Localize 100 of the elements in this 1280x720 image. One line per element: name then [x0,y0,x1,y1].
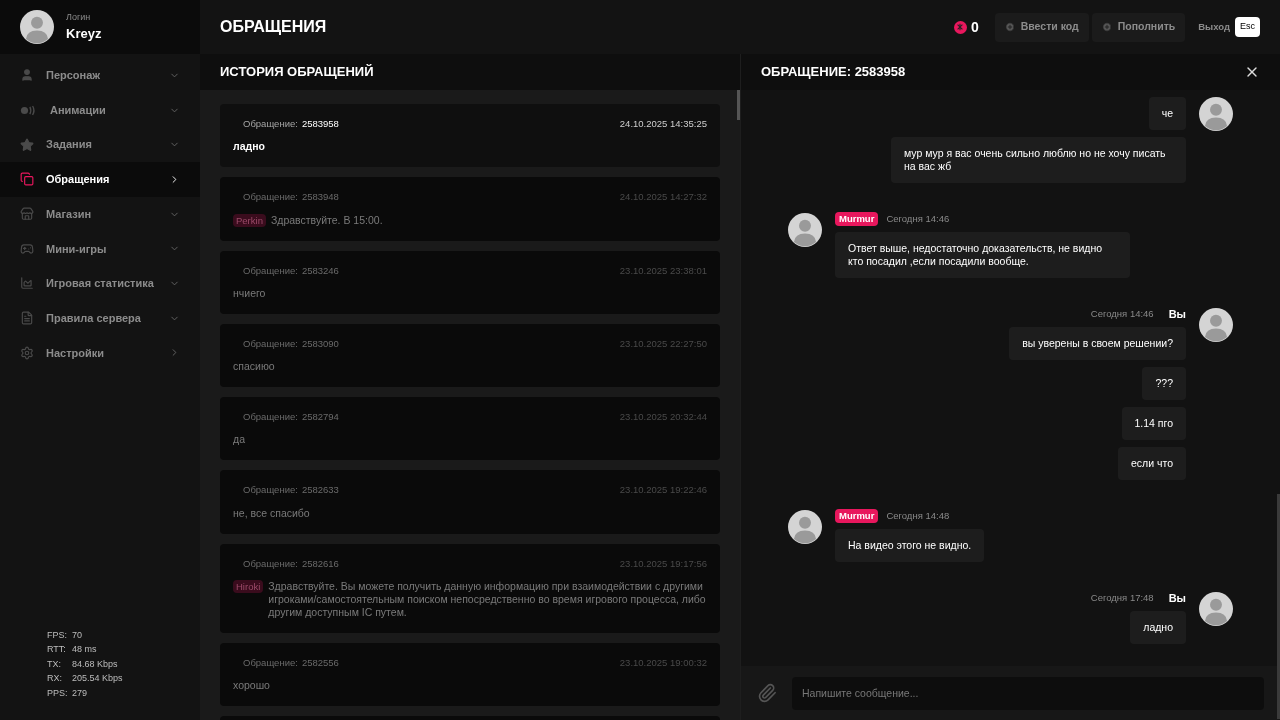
ticket-date: 23.10.2025 23:38:01 [619,263,707,278]
esc-key[interactable]: Esc [1235,17,1260,37]
ticket-message: Здравствуйте. В 15:00. [270,213,384,227]
ticket-date: 23.10.2025 19:00:32 [619,655,707,670]
exit-label: Выход [1198,19,1230,34]
stat-value: 205.54 Kbps [72,672,124,685]
avatar [1199,308,1233,342]
author-tag: Perkin [233,213,266,227]
ticket-message: Здравствуйте. Вы можете получить данную информацию при взаимодействии с другими игроками/самостоятельным поиском непосредственно во время игрового процесса, либо другим доступным IC путем. [268,579,707,619]
ticket-number: 2582616 [301,556,339,571]
menu-item[interactable]: Мини-игры [0,231,200,267]
stat-label: RTT: [47,643,67,656]
message-bubble: ладно [1130,611,1186,644]
message-time: Сегодня 14:46 [886,211,950,226]
author-tag: Hiroki [233,579,264,593]
settings-icon [20,345,34,360]
ticket-number: 2583246 [301,263,339,278]
ticket-label: Обращение: [243,263,298,278]
ticket-date: 23.10.2025 22:27:50 [619,336,707,351]
ticket-label: Обращение: [243,410,298,424]
ticket-date: 24.10.2025 14:27:32 [619,190,707,205]
ticket-number: 2583958 [301,117,339,131]
menu-item[interactable]: Правила сервера [0,300,200,336]
menu-item[interactable]: Анимации [0,92,200,128]
stat-value: 84.68 Kbps [72,657,119,671]
star-icon [20,137,34,152]
person-icon [20,68,34,83]
balance: 0 [970,17,979,37]
ticket-message: ладно [233,140,266,154]
ticket-card[interactable]: Обращение: 2583090 23.10.2025 22:27:50 спасиюо [220,323,720,387]
staff-tag: Murmur [835,508,879,524]
attach-icon[interactable] [757,683,777,703]
avatar [20,10,54,44]
message-time: Сегодня 17:48 [1090,590,1154,605]
ticket-date: 23.10.2025 19:22:46 [619,483,707,498]
plus-icon [1004,22,1015,32]
message-bubble: мур мур я вас очень сильно люблю но не хочу писать на вас жб [891,137,1186,183]
page-title: ОБРАЩЕНИЯ [220,17,328,37]
author-name: Вы [1168,590,1186,606]
avatar [788,510,822,544]
message-bubble: Ответ выше, недостаточно доказательств, не видно кто посадил ,если посадили вообще. [835,232,1130,278]
message-bubble: 1.14 пго [1121,407,1186,440]
ticket-message: спасиюо [233,360,276,373]
chart-icon [20,276,34,291]
gamepad-icon [20,241,34,256]
ticket-card[interactable] [220,543,720,633]
menu-item[interactable]: Игровая статистика [0,266,200,301]
store-icon [20,207,34,222]
stat-value: 48 ms [72,643,98,656]
ticket-card[interactable]: Обращение: 2583246 23.10.2025 23:38:01 нчиего [220,250,720,314]
ticket-label: Обращение: [243,655,298,670]
ticket-label: Обращение: [243,556,298,571]
avatar [788,213,822,247]
author-name: Вы [1168,306,1186,322]
ticket-card[interactable]: Обращение: 2583948 24.10.2025 14:27:32 Perkin Здравствуйте. В 15:00. [220,177,720,241]
ticket-card[interactable]: Обращение: 2582633 23.10.2025 19:22:46 не, все спасибо [220,470,720,534]
ticket-card[interactable]: Обращение: 2582556 23.10.2025 19:00:32 хорошо [220,642,720,706]
menu-item[interactable]: Настройки [0,335,200,371]
ticket-number: 2582794 [301,410,339,424]
document-icon [20,311,34,326]
header-button[interactable]: Ввести код [994,12,1089,42]
ticket-label: Обращение: [243,190,298,205]
menu-item[interactable]: Персонаж [0,58,200,93]
menu-item[interactable]: Обращения [0,162,200,197]
username: Kreyz [66,25,102,43]
menu-item[interactable]: Магазин [0,196,200,232]
documents-icon [20,172,34,187]
plus-icon [1101,22,1112,32]
section-title: ИСТОРИЯ ОБРАЩЕНИЙ [220,63,374,82]
ticket-message: не, все спасибо [233,506,311,520]
message-time: Сегодня 14:48 [886,508,950,523]
stat-label: TX: [47,657,62,671]
ticket-label: Обращение: [243,336,298,351]
ticket-number: 2582556 [301,655,339,670]
ticket-message: хорошо [233,679,271,692]
waves-icon [20,104,38,116]
ticket-number: 2583948 [301,190,339,205]
chat-title: ОБРАЩЕНИЕ: 2583958 [761,63,907,82]
ticket-number: 2583090 [301,336,339,351]
ticket-card[interactable]: Обращение: 2582794 23.10.2025 20:32:44 да [220,397,720,461]
ticket-label: Обращение: [243,117,298,131]
message-time: Сегодня 14:46 [1090,306,1154,321]
message-bubble: че [1148,97,1186,130]
scrollbar-thumb[interactable] [1277,494,1280,719]
message-bubble: вы уверены в своем решении? [1009,327,1186,360]
ticket-message: да [233,433,246,447]
staff-tag: Murmur [835,211,879,227]
menu-item[interactable]: Задания [0,127,200,163]
ticket-card[interactable]: Обращение: 2583958 24.10.2025 14:35:25 ладно [220,104,720,168]
stat-value: 70 [72,628,83,642]
scrollbar-thumb[interactable] [737,90,740,120]
stat-label: PPS: [47,686,69,700]
ticket-date: 23.10.2025 19:17:56 [619,556,707,571]
message-input[interactable]: Напишите сообщение... [792,676,1264,710]
avatar [1199,97,1233,131]
stat-label: RX: [47,672,63,685]
ticket-date: 24.10.2025 14:35:25 [619,117,707,131]
message-bubble: ??? [1142,367,1186,400]
header-button[interactable]: Пополнить [1091,12,1186,42]
login-caption: Логин [66,10,92,24]
